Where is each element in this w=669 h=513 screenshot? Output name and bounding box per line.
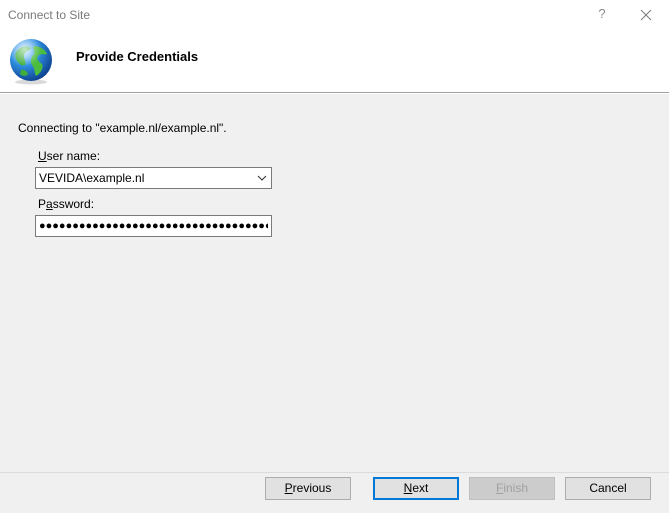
window-title: Connect to Site	[8, 8, 91, 22]
wizard-header: Provide Credentials	[0, 30, 669, 93]
connecting-text: Connecting to "example.nl/example.nl".	[18, 121, 227, 135]
cancel-button[interactable]: Cancel	[565, 477, 651, 500]
username-combobox[interactable]: VEVIDA\example.nl	[35, 167, 272, 189]
previous-button[interactable]: Previous	[265, 477, 351, 500]
next-button[interactable]: Next	[373, 477, 459, 500]
globe-icon	[10, 39, 52, 85]
username-value: VEVIDA\example.nl	[39, 171, 145, 185]
wizard-content: Connecting to "example.nl/example.nl". U…	[0, 94, 669, 472]
finish-button[interactable]: Finish	[469, 477, 555, 500]
page-heading: Provide Credentials	[76, 49, 199, 64]
chevron-down-icon[interactable]	[256, 173, 268, 183]
close-icon	[640, 9, 652, 21]
password-masked-value: ●●●●●●●●●●●●●●●●●●●●●●●●●●●●●●●●●●●●	[39, 220, 268, 232]
wizard-footer: Previous Next Finish Cancel	[0, 472, 669, 513]
password-label: Password:	[38, 197, 95, 211]
password-field[interactable]: ●●●●●●●●●●●●●●●●●●●●●●●●●●●●●●●●●●●●	[35, 215, 272, 237]
title-bar: Connect to Site ?	[0, 0, 669, 30]
username-label: User name:	[38, 149, 101, 163]
help-button[interactable]: ?	[594, 6, 610, 22]
close-button[interactable]	[636, 6, 656, 24]
